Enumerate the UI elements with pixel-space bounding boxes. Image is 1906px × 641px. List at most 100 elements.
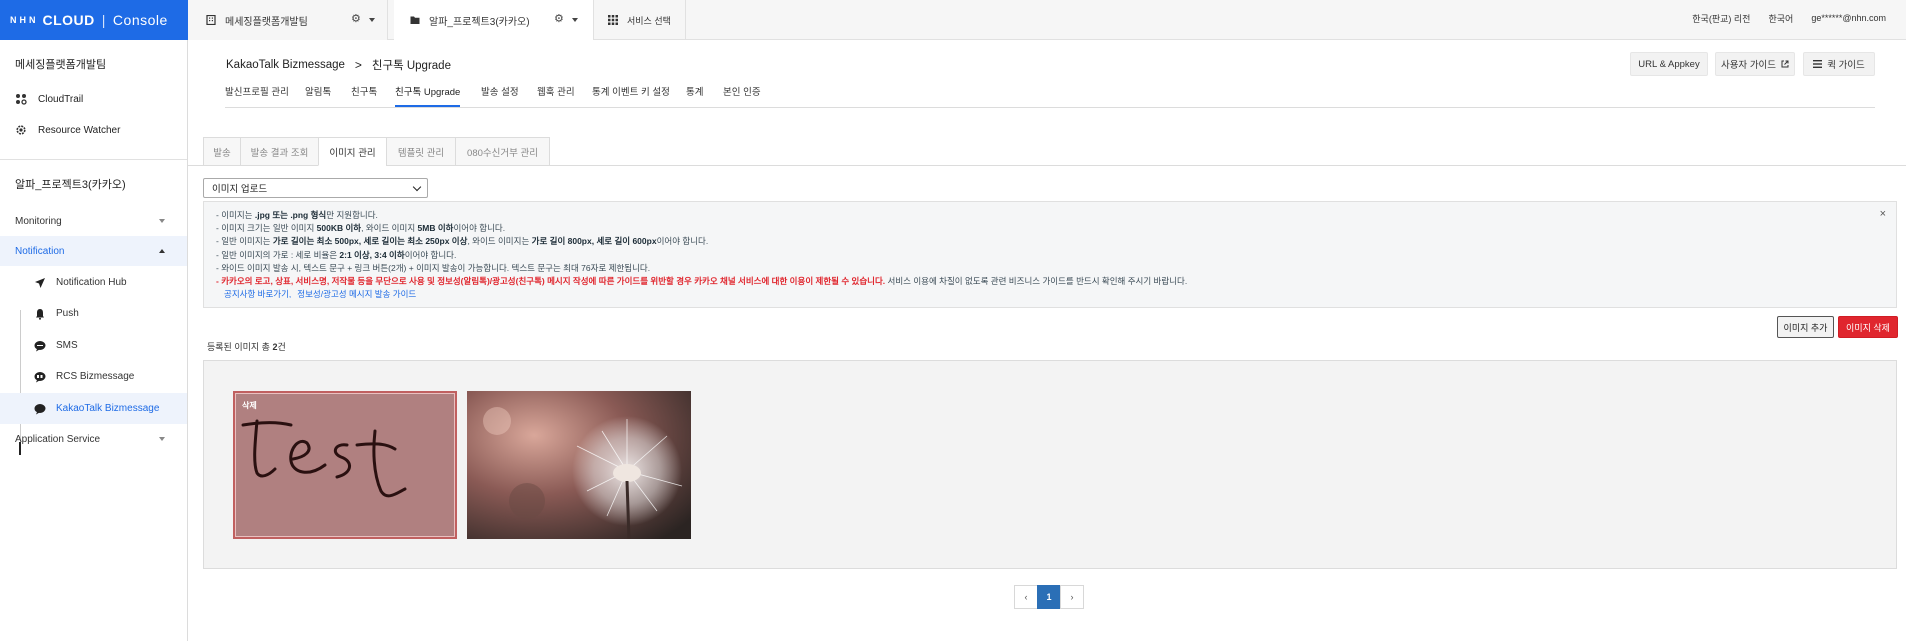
notice-box: × - 이미지는 .jpg 또는 .png 형식만 지원합니다. - 이미지 크… xyxy=(203,201,1897,308)
cloudtrail-icon xyxy=(15,93,27,105)
breadcrumb-root[interactable]: KakaoTalk Bizmessage xyxy=(226,59,345,71)
breadcrumb-arrow-icon: > xyxy=(354,58,362,72)
image-thumbnail[interactable] xyxy=(467,391,691,539)
paper-plane-icon xyxy=(34,277,46,289)
next-page-button[interactable]: › xyxy=(1060,585,1084,609)
page-button-current[interactable]: 1 xyxy=(1037,585,1061,609)
project-settings-gear-icon[interactable]: ⚙ xyxy=(554,12,564,25)
list-icon xyxy=(1813,60,1823,68)
tab-send[interactable]: 발송 xyxy=(203,137,241,166)
message-guide-link[interactable]: 정보성/광고성 메시지 발송 가이드 xyxy=(297,289,416,299)
tab-label: 발송 xyxy=(213,147,231,159)
prev-page-button[interactable]: ‹ xyxy=(1014,585,1038,609)
tab-image-management[interactable]: 이미지 관리 xyxy=(318,137,387,166)
tab-template-management[interactable]: 템플릿 관리 xyxy=(386,137,456,166)
user-account-menu[interactable]: ge******@nhn.com xyxy=(1811,13,1886,23)
notice-line: - 일반 이미지의 가로 : 세로 비율은 2:1 이상, 3:4 이하이어야 … xyxy=(216,249,457,260)
external-link-icon xyxy=(1781,60,1789,68)
logo-separator: | xyxy=(101,12,106,28)
breadcrumb: KakaoTalk Bizmessage > 친구톡 Upgrade xyxy=(226,57,451,73)
tab-label: 템플릿 관리 xyxy=(397,147,445,159)
tab-statistics[interactable]: 통계 xyxy=(686,84,703,107)
button-label: 이미지 삭제 xyxy=(1846,322,1890,333)
sidebar-item-notification-hub[interactable]: Notification Hub xyxy=(0,267,187,298)
category-label: Notification xyxy=(15,245,65,257)
quick-guide-button[interactable]: 퀵 가이드 xyxy=(1803,52,1875,76)
org-selector[interactable]: 메세징플랫폼개발팀 ⚙ xyxy=(188,0,388,40)
sidebar-item-label: KakaoTalk Bizmessage xyxy=(56,403,160,414)
service-select-button[interactable]: 서비스 선택 xyxy=(594,0,686,40)
sidebar-category-monitoring[interactable]: Monitoring xyxy=(0,206,187,236)
image-upload-select[interactable]: 이미지 업로드 xyxy=(203,178,428,198)
notice-line: - 이미지는 .jpg 또는 .png 형식만 지원합니다. xyxy=(216,210,378,220)
logo-cloud: CLOUD xyxy=(42,12,95,28)
rcs-icon xyxy=(34,371,46,383)
sms-icon xyxy=(34,340,46,352)
project-name: 알파_프로젝트3(카카오) xyxy=(429,16,530,28)
notice-line: - 이미지 크기는 일반 이미지 500KB 이하, 와이드 이미지 5MB 이… xyxy=(216,223,506,234)
folder-icon xyxy=(410,16,420,24)
chevron-down-icon xyxy=(159,219,165,223)
sidebar-item-sms[interactable]: SMS xyxy=(0,330,187,361)
add-image-button[interactable]: 이미지 추가 xyxy=(1777,316,1834,338)
button-label: 이미지 추가 xyxy=(1783,322,1828,333)
sidebar-category-notification[interactable]: Notification xyxy=(0,236,187,266)
delete-label[interactable]: 삭제 xyxy=(242,400,257,411)
tab-label: 이미지 관리 xyxy=(329,147,376,159)
tab-label: 발송 결과 조회 xyxy=(250,147,309,159)
sidebar-item-rcs-bizmessage[interactable]: RCS Bizmessage xyxy=(0,361,187,392)
tab-friendtalk-upgrade[interactable]: 친구톡 Upgrade xyxy=(395,84,461,107)
tab-alimtalk[interactable]: 알림톡 xyxy=(305,84,331,107)
language-selector[interactable]: 한국어 xyxy=(1768,12,1793,25)
tab-webhook[interactable]: 웹훅 관리 xyxy=(537,84,575,107)
project-chevron-down-icon[interactable] xyxy=(572,18,578,22)
notice-link[interactable]: 공지사항 바로가기, xyxy=(224,289,291,299)
org-settings-gear-icon[interactable]: ⚙ xyxy=(351,12,361,25)
tab-080-unsubscribe[interactable]: 080수신거부 관리 xyxy=(455,137,550,166)
main-nav-tabs: 발신프로필 관리 알림톡 친구톡 친구톡 Upgrade 발송 설정 웹훅 관리… xyxy=(225,84,1875,108)
button-label: 퀵 가이드 xyxy=(1827,60,1865,71)
bell-icon xyxy=(34,308,46,320)
top-right-menu: 한국(판교) 리전 한국어 ge******@nhn.com xyxy=(1692,0,1886,36)
tab-sender-profile[interactable]: 발신프로필 관리 xyxy=(225,84,289,107)
sidebar-category-application-service[interactable]: Application Service xyxy=(0,424,187,454)
chevron-up-icon xyxy=(159,249,165,253)
service-select-label: 서비스 선택 xyxy=(627,15,671,26)
sidebar-project-title[interactable]: 알파_프로젝트3(카카오) xyxy=(15,176,126,192)
category-label: Monitoring xyxy=(15,215,62,227)
button-label: URL & Appkey xyxy=(1638,58,1700,70)
tab-stats-event-key[interactable]: 통계 이벤트 키 설정 xyxy=(592,84,670,107)
chat-bubble-icon xyxy=(34,403,46,415)
notice-line: - 와이드 이미지 발송 시, 텍스트 문구 + 링크 버튼(2개) + 이미지… xyxy=(216,262,651,273)
project-selector[interactable]: 알파_프로젝트3(카카오) ⚙ xyxy=(394,0,594,40)
sidebar-org-title[interactable]: 메세징플랫폼개발팀 xyxy=(15,56,106,72)
sidebar-item-label: SMS xyxy=(56,340,78,351)
sidebar-item-kakaotalk-bizmessage[interactable]: KakaoTalk Bizmessage xyxy=(0,393,187,424)
gear-icon xyxy=(15,124,27,136)
sidebar: 메세징플랫폼개발팀 CloudTrail Resource Watcher 알파… xyxy=(0,40,188,641)
user-guide-button[interactable]: 사용자 가이드 xyxy=(1715,52,1795,76)
image-thumbnail-selected[interactable]: 삭제 xyxy=(233,391,457,539)
close-icon[interactable]: × xyxy=(1880,208,1886,220)
sidebar-item-label: RCS Bizmessage xyxy=(56,371,135,382)
breadcrumb-current: 친구톡 Upgrade xyxy=(371,60,451,72)
sidebar-item-resource-watcher[interactable]: Resource Watcher xyxy=(15,124,120,136)
tab-identity-verification[interactable]: 본인 인증 xyxy=(723,84,761,107)
grid-icon xyxy=(608,15,618,25)
delete-image-button[interactable]: 이미지 삭제 xyxy=(1838,316,1898,338)
tab-friendtalk[interactable]: 친구톡 xyxy=(351,84,377,107)
org-chevron-down-icon[interactable] xyxy=(369,18,375,22)
image-count: 등록된 이미지 총 2건 xyxy=(207,342,286,352)
sidebar-item-cloudtrail[interactable]: CloudTrail xyxy=(15,93,83,105)
tab-send-results[interactable]: 발송 결과 조회 xyxy=(240,137,319,166)
region-selector[interactable]: 한국(판교) 리전 xyxy=(1692,12,1750,25)
category-label: Application Service xyxy=(15,433,101,445)
sidebar-item-push[interactable]: Push xyxy=(0,298,187,329)
tab-send-settings[interactable]: 발송 설정 xyxy=(481,84,519,107)
image-gallery: 삭제 xyxy=(203,360,1897,569)
notice-line: - 카카오의 로고, 상표, 서비스명, 저작물 등을 무단으로 사용 및 정보… xyxy=(216,275,1188,286)
chevron-down-icon xyxy=(159,437,165,441)
url-appkey-button[interactable]: URL & Appkey xyxy=(1630,52,1708,76)
nhn-cloud-console-logo[interactable]: NHN CLOUD | Console xyxy=(0,0,188,40)
chevron-down-icon xyxy=(412,182,422,192)
